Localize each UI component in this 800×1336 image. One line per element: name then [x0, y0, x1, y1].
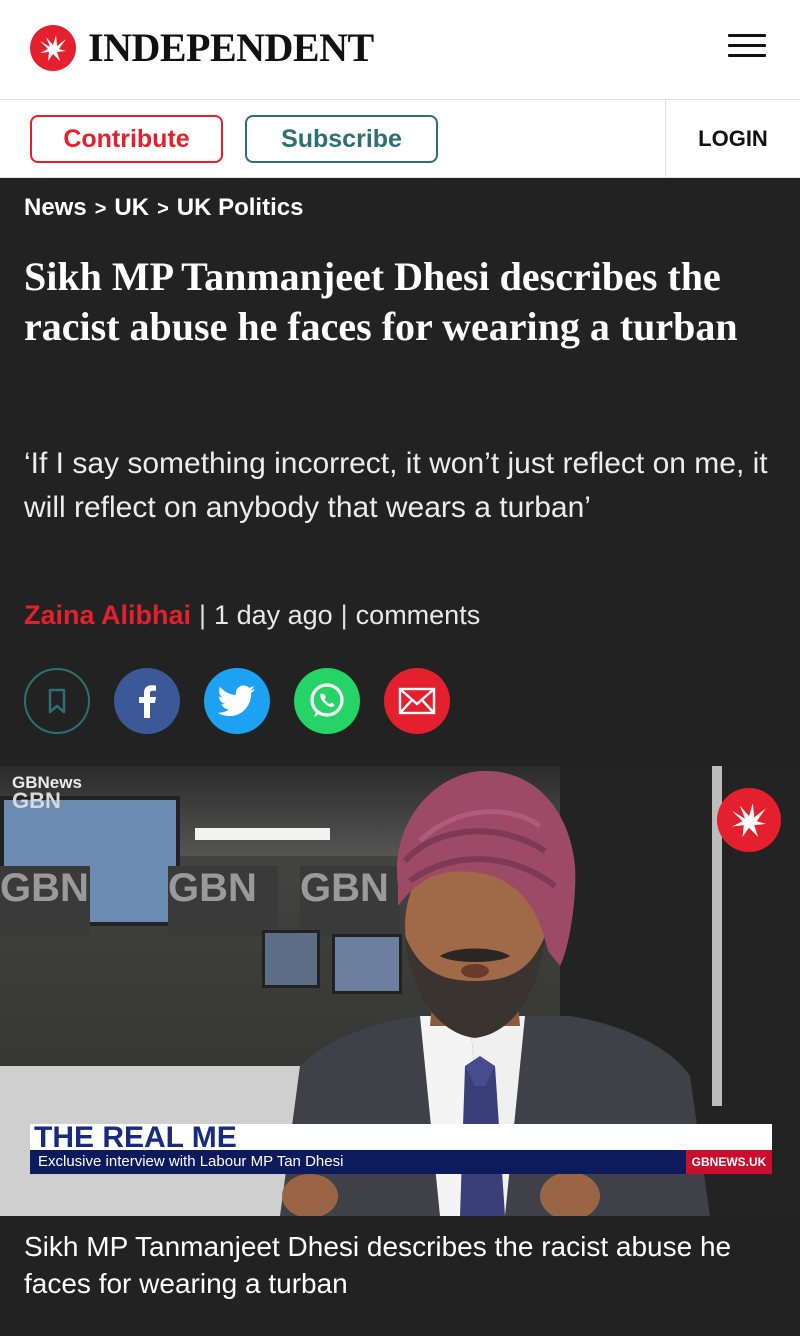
video-player[interactable]: GBN GBN GBN GBNews GBN THE REAL ME Exclu…: [0, 766, 800, 1216]
hamburger-menu-icon[interactable]: [728, 34, 766, 64]
facebook-icon[interactable]: [114, 668, 180, 734]
whatsapp-icon[interactable]: [294, 668, 360, 734]
lower-third-title: THE REAL ME: [30, 1124, 772, 1150]
brand-name: INDEPENDENT: [88, 25, 374, 70]
byline-divider: |: [340, 600, 348, 630]
breadcrumb-uk[interactable]: UK: [114, 194, 149, 224]
byline-divider: |: [199, 600, 207, 630]
article-header: News > UK > UK Politics Sikh MP Tanmanje…: [0, 178, 800, 766]
byline: Zaina Alibhai | 1 day ago | comments: [24, 600, 480, 631]
author-link[interactable]: Zaina Alibhai: [24, 600, 191, 631]
breadcrumb-uk-politics[interactable]: UK Politics: [177, 194, 304, 224]
email-icon[interactable]: [384, 668, 450, 734]
subscribe-button[interactable]: Subscribe: [245, 115, 438, 163]
action-bar: Contribute Subscribe LOGIN: [0, 100, 800, 178]
channel-logo: GBNews GBN: [12, 774, 82, 813]
studio-sign: GBN: [168, 866, 278, 936]
studio-sign: GBN: [0, 866, 90, 936]
breadcrumb-separator: >: [94, 198, 107, 220]
article-standfirst: ‘If I say something incorrect, it won’t …: [24, 447, 768, 524]
channel-logo-bottom: GBN: [12, 788, 61, 813]
breadcrumb-news[interactable]: News: [24, 194, 87, 224]
site-header: INDEPENDENT: [0, 0, 800, 100]
login-area: LOGIN: [665, 100, 800, 178]
lower-third-site: GBNEWS.UK: [686, 1150, 772, 1174]
article-headline: Sikh MP Tanmanjeet Dhesi describes the r…: [24, 254, 738, 349]
lower-third-subtitle: Exclusive interview with Labour MP Tan D…: [30, 1150, 772, 1174]
login-link[interactable]: LOGIN: [698, 126, 768, 152]
breadcrumb-separator: >: [157, 198, 169, 220]
lower-third: THE REAL ME Exclusive interview with Lab…: [30, 1124, 772, 1174]
lower-third-subtitle-text: Exclusive interview with Labour MP Tan D…: [38, 1153, 344, 1170]
publish-time: 1 day ago: [214, 600, 333, 630]
share-bar: [24, 668, 450, 734]
comments-link[interactable]: comments: [356, 600, 481, 631]
contribute-button[interactable]: Contribute: [30, 115, 223, 163]
eagle-icon: [30, 24, 76, 71]
video-caption: Sikh MP Tanmanjeet Dhesi describes the r…: [0, 1216, 800, 1336]
breadcrumb: News > UK > UK Politics: [24, 194, 303, 224]
site-logo[interactable]: INDEPENDENT: [30, 24, 374, 71]
caption-text: Sikh MP Tanmanjeet Dhesi describes the r…: [24, 1231, 732, 1299]
eagle-icon: [717, 788, 781, 852]
bookmark-icon[interactable]: [24, 668, 90, 734]
twitter-icon[interactable]: [204, 668, 270, 734]
